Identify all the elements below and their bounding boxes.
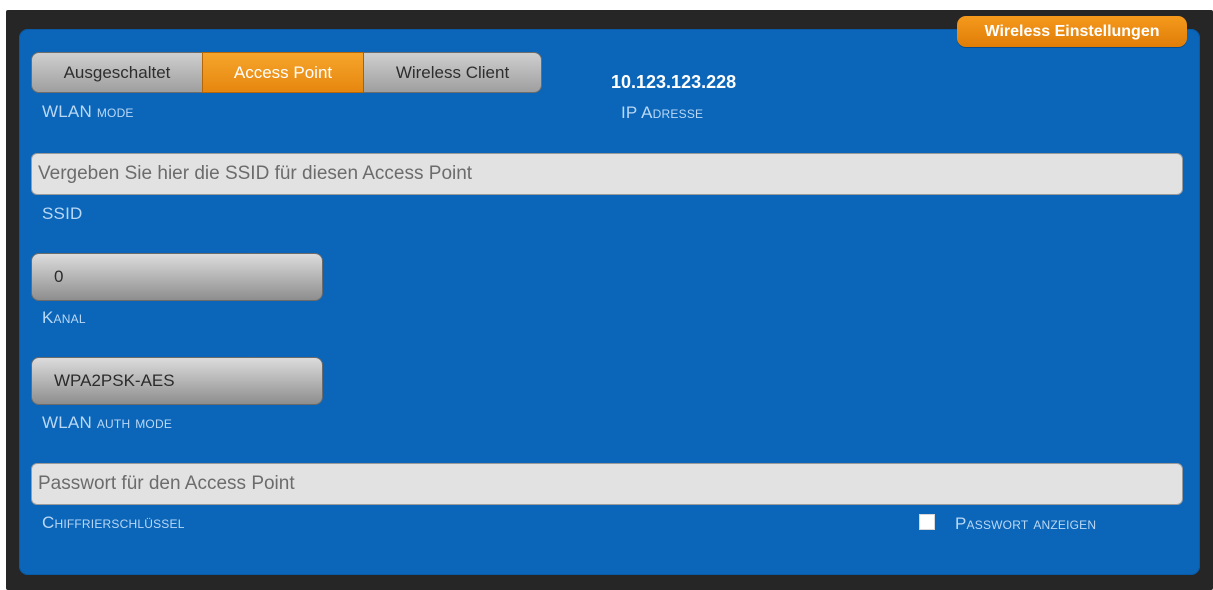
wlan-mode-label: WLAN mode [42,102,134,121]
password-input[interactable] [31,463,1183,505]
auth-mode-value: WPA2PSK-AES [54,371,175,390]
ip-address-value: 10.123.123.228 [611,72,737,92]
auth-mode-label: WLAN auth mode [42,413,173,432]
cipher-key-label: Chiffrierschlüssel [42,513,185,532]
wlan-mode-wireless-client-button[interactable]: Wireless Client [363,52,542,93]
show-password-checkbox[interactable] [919,514,935,530]
section-title-badge: Wireless Einstellungen [957,16,1187,47]
auth-mode-select[interactable]: WPA2PSK-AES [31,357,323,405]
wlan-mode-access-point-button[interactable]: Access Point [202,52,364,93]
channel-label: Kanal [42,308,86,327]
show-password-label: Passwort anzeigen [955,514,1097,533]
ssid-input[interactable] [31,153,1183,195]
channel-select[interactable]: 0 [31,253,323,301]
channel-value: 0 [54,267,64,286]
ssid-label: SSID [42,204,83,223]
wlan-mode-off-button[interactable]: Ausgeschaltet [31,52,203,93]
ip-address-label: IP Adresse [621,103,704,122]
